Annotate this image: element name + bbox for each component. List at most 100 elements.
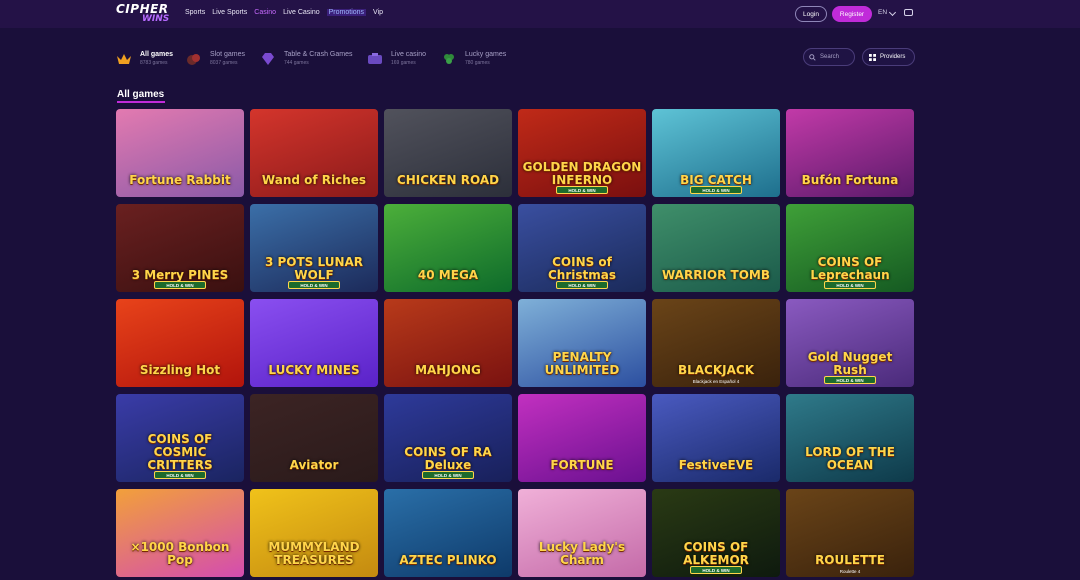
- game-tile[interactable]: 3 Merry PINES HOLD & WIN: [116, 204, 244, 292]
- live-icon: [368, 53, 382, 64]
- category-count: 169 games: [391, 60, 416, 66]
- slot-icon: [187, 54, 200, 65]
- game-tile[interactable]: Sizzling Hot: [116, 299, 244, 387]
- category-lucky-games[interactable]: Lucky games 780 games: [441, 48, 521, 70]
- game-title: Gold Nugget Rush: [807, 350, 893, 377]
- game-tile[interactable]: COINS OF ALKEMOR HOLD & WIN: [652, 489, 780, 577]
- hold-and-win-badge: HOLD & WIN: [690, 186, 742, 194]
- hold-and-win-badge: HOLD & WIN: [556, 281, 608, 289]
- game-tile[interactable]: MUMMYLAND TREASURES: [250, 489, 378, 577]
- brand-logo[interactable]: CIPHER WINS: [116, 3, 180, 24]
- game-tile[interactable]: ×1000 Bonbon Pop: [116, 489, 244, 577]
- search-placeholder: Search: [820, 54, 840, 60]
- register-button[interactable]: Register: [832, 6, 872, 22]
- login-button[interactable]: Login: [795, 6, 827, 22]
- game-title: COINS of Christmas: [547, 255, 616, 282]
- hold-and-win-badge: HOLD & WIN: [690, 566, 742, 574]
- grid-icon: [869, 53, 876, 61]
- nav-sports[interactable]: Sports: [185, 9, 205, 16]
- category-table-crash-games[interactable]: Table & Crash Games 744 games: [260, 48, 360, 70]
- game-title: Bufón Fortuna: [801, 173, 899, 187]
- game-title: FORTUNE: [550, 458, 614, 472]
- nav-vip[interactable]: Vip: [373, 9, 383, 16]
- game-tile[interactable]: Lucky Lady's Charm: [518, 489, 646, 577]
- section-underline: [117, 101, 165, 103]
- game-title: 3 POTS LUNAR WOLF: [264, 255, 364, 282]
- game-tile[interactable]: LUCKY MINES: [250, 299, 378, 387]
- category-live-casino[interactable]: Live casino 169 games: [367, 48, 437, 70]
- language-selector[interactable]: EN: [878, 9, 887, 16]
- category-label: Table & Crash Games: [284, 51, 353, 58]
- hold-and-win-badge: HOLD & WIN: [288, 281, 340, 289]
- category-label: Lucky games: [465, 51, 507, 58]
- clover-icon: [444, 54, 454, 64]
- game-tile[interactable]: Gold Nugget Rush HOLD & WIN: [786, 299, 914, 387]
- game-tile[interactable]: Aviator: [250, 394, 378, 482]
- category-count: 8037 games: [210, 60, 238, 66]
- game-tile[interactable]: WARRIOR TOMB: [652, 204, 780, 292]
- game-title: COINS OF ALKEMOR: [683, 540, 749, 567]
- game-tile[interactable]: GOLDEN DRAGON INFERNO HOLD & WIN: [518, 109, 646, 197]
- game-title: LORD OF THE OCEAN: [805, 445, 895, 472]
- category-count: 744 games: [284, 60, 309, 66]
- game-tile[interactable]: COINS of Christmas HOLD & WIN: [518, 204, 646, 292]
- game-title: MUMMYLAND TREASURES: [268, 540, 360, 567]
- game-tile[interactable]: FORTUNE: [518, 394, 646, 482]
- game-tile[interactable]: COINS OF RA Deluxe HOLD & WIN: [384, 394, 512, 482]
- game-tile[interactable]: COINS OF Leprechaun HOLD & WIN: [786, 204, 914, 292]
- nav-live-casino[interactable]: Live Casino: [283, 9, 320, 16]
- nav-promotions[interactable]: Promotions: [326, 9, 367, 16]
- game-title: COINS OF COSMIC CRITTERS: [147, 432, 213, 472]
- game-tile[interactable]: CHICKEN ROAD: [384, 109, 512, 197]
- game-tile[interactable]: COINS OF COSMIC CRITTERS HOLD & WIN: [116, 394, 244, 482]
- game-title: ×1000 Bonbon Pop: [130, 540, 230, 567]
- game-title: LUCKY MINES: [268, 363, 360, 377]
- category-slot-games[interactable]: Slot games 8037 games: [186, 48, 266, 70]
- game-tile[interactable]: FestiveEVE: [652, 394, 780, 482]
- game-title: AZTEC PLINKO: [399, 553, 497, 567]
- game-tile[interactable]: ROULETTE Roulette 4: [786, 489, 914, 577]
- game-title: WARRIOR TOMB: [661, 268, 771, 282]
- search-input[interactable]: Search: [803, 48, 855, 66]
- game-tile[interactable]: MAHJONG: [384, 299, 512, 387]
- game-tile[interactable]: LORD OF THE OCEAN: [786, 394, 914, 482]
- hold-and-win-badge: HOLD & WIN: [154, 281, 206, 289]
- games-grid: Fortune Rabbit Wand of Riches CHICKEN ROAD…: [116, 109, 916, 580]
- category-label: Slot games: [210, 51, 246, 58]
- nav-casino[interactable]: Casino: [254, 9, 276, 16]
- hold-and-win-badge: HOLD & WIN: [422, 471, 474, 479]
- game-tile[interactable]: Fortune Rabbit: [116, 109, 244, 197]
- hold-and-win-badge: HOLD & WIN: [154, 471, 206, 479]
- game-tile[interactable]: PENALTY UNLIMITED: [518, 299, 646, 387]
- game-tile[interactable]: Bufón Fortuna: [786, 109, 914, 197]
- game-title: COINS OF Leprechaun: [810, 255, 890, 282]
- chevron-down-icon[interactable]: [888, 8, 897, 17]
- game-title: Sizzling Hot: [139, 363, 221, 377]
- game-title: COINS OF RA Deluxe: [404, 445, 492, 472]
- diamond-icon: [262, 53, 274, 65]
- game-tile[interactable]: 40 MEGA: [384, 204, 512, 292]
- hold-and-win-badge: HOLD & WIN: [824, 281, 876, 289]
- nav-live-sports[interactable]: Live Sports: [212, 9, 247, 16]
- game-tile[interactable]: AZTEC PLINKO: [384, 489, 512, 577]
- game-title: MAHJONG: [415, 363, 481, 377]
- logo-line2: WINS: [142, 14, 170, 24]
- chat-icon[interactable]: [904, 9, 913, 16]
- search-icon: [809, 53, 816, 61]
- game-tile[interactable]: 3 POTS LUNAR WOLF HOLD & WIN: [250, 204, 378, 292]
- category-label: Live casino: [391, 51, 427, 58]
- game-title: ROULETTE: [815, 553, 885, 567]
- game-title: Aviator: [289, 458, 339, 472]
- game-title: 40 MEGA: [417, 268, 479, 282]
- game-tile[interactable]: Wand of Riches: [250, 109, 378, 197]
- category-all-games[interactable]: All games 8783 games: [116, 48, 186, 70]
- section-title: All games: [117, 89, 165, 100]
- game-title: GOLDEN DRAGON INFERNO: [522, 160, 642, 187]
- providers-label: Providers: [880, 54, 906, 60]
- game-tile[interactable]: BIG CATCH HOLD & WIN: [652, 109, 780, 197]
- game-tile[interactable]: BLACKJACK Blackjack en Español 4: [652, 299, 780, 387]
- top-navigation-bar: CIPHER WINS Sports Live Sports Casino Li…: [0, 0, 1080, 28]
- game-title: BLACKJACK: [677, 363, 755, 377]
- category-count: 8783 games: [140, 60, 168, 66]
- providers-button[interactable]: Providers: [862, 48, 915, 66]
